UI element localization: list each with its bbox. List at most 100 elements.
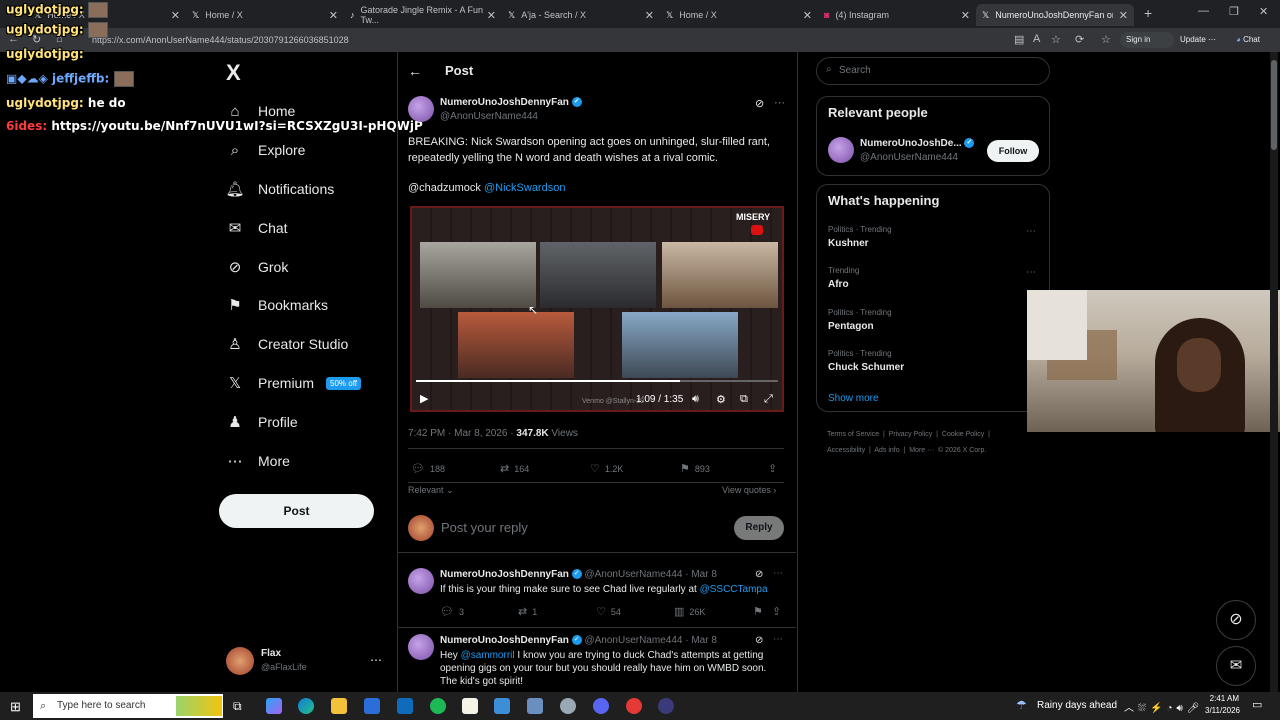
- reply-item[interactable]: NumeroUnoJoshDennyFan ✓ @AnonUserName444…: [398, 560, 796, 626]
- maximize-icon[interactable]: ❐: [1229, 5, 1239, 18]
- app-icon[interactable]: [527, 698, 543, 714]
- spotify-icon[interactable]: [430, 698, 446, 714]
- mention-link[interactable]: @chadzumock: [408, 182, 481, 194]
- post-button[interactable]: Post: [219, 494, 374, 528]
- sign-in-button[interactable]: Sign in: [1120, 32, 1174, 48]
- person-name[interactable]: NumeroUnoJoshDe... ✓: [860, 138, 975, 149]
- pip-icon[interactable]: ⧉: [740, 393, 748, 406]
- settings-icon[interactable]: ⚙: [716, 393, 726, 406]
- nav-premium[interactable]: 𝕏 Premium 50% off: [226, 370, 361, 396]
- volume-icon[interactable]: 🔊︎: [692, 393, 699, 406]
- close-tab-icon[interactable]: ✕: [803, 9, 812, 22]
- close-window-icon[interactable]: ✕: [1259, 5, 1268, 18]
- update-button[interactable]: Update ⋯: [1180, 32, 1216, 48]
- grok-icon[interactable]: ⊘: [755, 97, 764, 110]
- file-explorer-icon[interactable]: [331, 698, 347, 714]
- author-name[interactable]: NumeroUnoJoshDennyFan ✓: [440, 97, 582, 108]
- play-icon[interactable]: ▶: [420, 392, 428, 405]
- more-options-icon[interactable]: ⋯: [1026, 226, 1036, 237]
- view-quotes-link[interactable]: View quotes ›: [722, 485, 776, 495]
- weather-text[interactable]: Rainy days ahead: [1037, 700, 1117, 711]
- text-size-icon[interactable]: A: [1033, 33, 1040, 45]
- reply-count[interactable]: 💬︎ 3: [440, 605, 464, 618]
- more-options-icon[interactable]: ⋯: [773, 568, 783, 579]
- trend-item[interactable]: Kushner: [828, 238, 869, 249]
- windows-start-icon[interactable]: ⊞: [10, 699, 21, 715]
- grok-fab-icon[interactable]: ⊘: [1216, 600, 1256, 640]
- like-count[interactable]: ♡ 54: [596, 605, 621, 618]
- video-progress-track[interactable]: [416, 380, 778, 382]
- repost-count[interactable]: ⇄ 164: [500, 462, 529, 475]
- repost-count[interactable]: ⇄ 1: [518, 605, 537, 618]
- trend-item[interactable]: Afro: [828, 279, 849, 290]
- grok-icon[interactable]: ⊘: [755, 635, 763, 646]
- app-icon[interactable]: [494, 698, 510, 714]
- browser-tab[interactable]: 𝕏 Home / X ✕: [186, 4, 344, 26]
- avatar[interactable]: [828, 137, 854, 163]
- mention-link[interactable]: @NickSwardson: [484, 182, 565, 194]
- more-options-icon[interactable]: ⋯: [774, 96, 785, 109]
- url-input[interactable]: https://x.com/AnonUserName444/status/203…: [92, 33, 912, 48]
- browser-tab[interactable]: 𝕏 Home / X ✕: [660, 4, 818, 26]
- system-tray-icons[interactable]: ︿⛆⚡◔🔊︎🎤︎: [1124, 699, 1204, 714]
- task-view-icon[interactable]: ⧉: [233, 699, 242, 714]
- reply-count[interactable]: 💬︎ 188: [411, 462, 445, 475]
- grok-icon[interactable]: ⊘: [755, 569, 763, 580]
- copilot-chat-button[interactable]: ◕ Chat: [1236, 32, 1260, 48]
- bookmark-count[interactable]: ⚑ 893: [680, 462, 710, 475]
- trend-item[interactable]: Chuck Schumer: [828, 362, 904, 373]
- read-aloud-icon[interactable]: ▤: [1014, 33, 1024, 46]
- scrollbar-thumb[interactable]: [1271, 60, 1277, 150]
- footer-links[interactable]: Terms of Service | Privacy Policy | Cook…: [827, 431, 990, 438]
- browser-tab[interactable]: ◙ (4) Instagram ✕: [818, 4, 976, 26]
- copilot-app-icon[interactable]: [266, 698, 282, 714]
- app-icon[interactable]: [560, 698, 576, 714]
- mail-icon[interactable]: [397, 698, 413, 714]
- close-tab-icon[interactable]: ✕: [645, 9, 654, 22]
- favorites-icon[interactable]: ☆: [1101, 33, 1111, 46]
- scrollbar[interactable]: [1270, 52, 1278, 692]
- nav-explore[interactable]: ⌕ Explore: [226, 137, 306, 163]
- close-tab-icon[interactable]: ✕: [1119, 9, 1128, 22]
- author-handle[interactable]: @AnonUserName444: [440, 111, 538, 122]
- show-more-link[interactable]: Show more: [828, 393, 879, 404]
- more-dots-icon[interactable]: ⋯: [370, 653, 382, 667]
- app-icon[interactable]: [658, 698, 674, 714]
- obs-icon[interactable]: [626, 698, 642, 714]
- view-count[interactable]: ▥ 26K: [674, 605, 705, 618]
- nav-more[interactable]: ⋯ More: [226, 448, 290, 474]
- close-tab-icon[interactable]: ✕: [329, 9, 338, 22]
- extensions-icon[interactable]: ⟳: [1075, 33, 1084, 46]
- reply-item[interactable]: NumeroUnoJoshDennyFan ✓ @AnonUserName444…: [398, 626, 796, 692]
- video-player[interactable]: MISERY Venmo @Stallyn-19 ▶ 1:09 / 1:35 🔊…: [410, 206, 784, 412]
- nav-home[interactable]: ⌂ Home: [226, 98, 295, 124]
- x-logo[interactable]: X: [226, 60, 241, 86]
- bookmark-button[interactable]: ⚑: [753, 605, 768, 618]
- nav-creator-studio[interactable]: ♙ Creator Studio: [226, 331, 348, 357]
- notepad-icon[interactable]: [462, 698, 478, 714]
- browser-tab[interactable]: ♪ Gatorade Jingle Remix - A Fun Tw... ✕: [344, 4, 502, 26]
- notifications-icon[interactable]: ▭: [1252, 698, 1262, 711]
- mention-link[interactable]: @sammorril: [461, 650, 515, 661]
- nav-notifications[interactable]: 🔔︎ Notifications: [225, 176, 334, 202]
- share-button[interactable]: ⇪: [772, 605, 786, 618]
- messages-fab-icon[interactable]: ✉: [1216, 646, 1256, 686]
- browser-tab-active[interactable]: 𝕏NumeroUnoJoshDennyFan on X: "✕: [976, 4, 1134, 26]
- browser-tab[interactable]: 𝕏 A'ja - Search / X ✕: [502, 4, 660, 26]
- discord-icon[interactable]: [593, 698, 609, 714]
- reply-input[interactable]: Post your reply: [441, 520, 528, 535]
- author-avatar[interactable]: [408, 96, 434, 122]
- back-arrow-icon[interactable]: ←: [408, 63, 422, 79]
- close-tab-icon[interactable]: ✕: [961, 9, 970, 22]
- close-tab-icon[interactable]: ✕: [487, 9, 496, 22]
- store-icon[interactable]: [364, 698, 380, 714]
- nav-chat[interactable]: ✉ Chat: [226, 215, 288, 241]
- sort-dropdown[interactable]: Relevant ⌄: [408, 485, 454, 496]
- search-input[interactable]: Search: [816, 57, 1050, 85]
- minimize-icon[interactable]: —: [1198, 5, 1209, 17]
- account-switcher[interactable]: Flax @aFlaxLife ⋯: [226, 647, 396, 679]
- more-options-icon[interactable]: ⋯: [773, 634, 783, 645]
- nav-profile[interactable]: ♟ Profile: [226, 409, 297, 435]
- nav-bookmarks[interactable]: ⚑ Bookmarks: [226, 292, 328, 318]
- edge-browser-icon[interactable]: [298, 698, 314, 714]
